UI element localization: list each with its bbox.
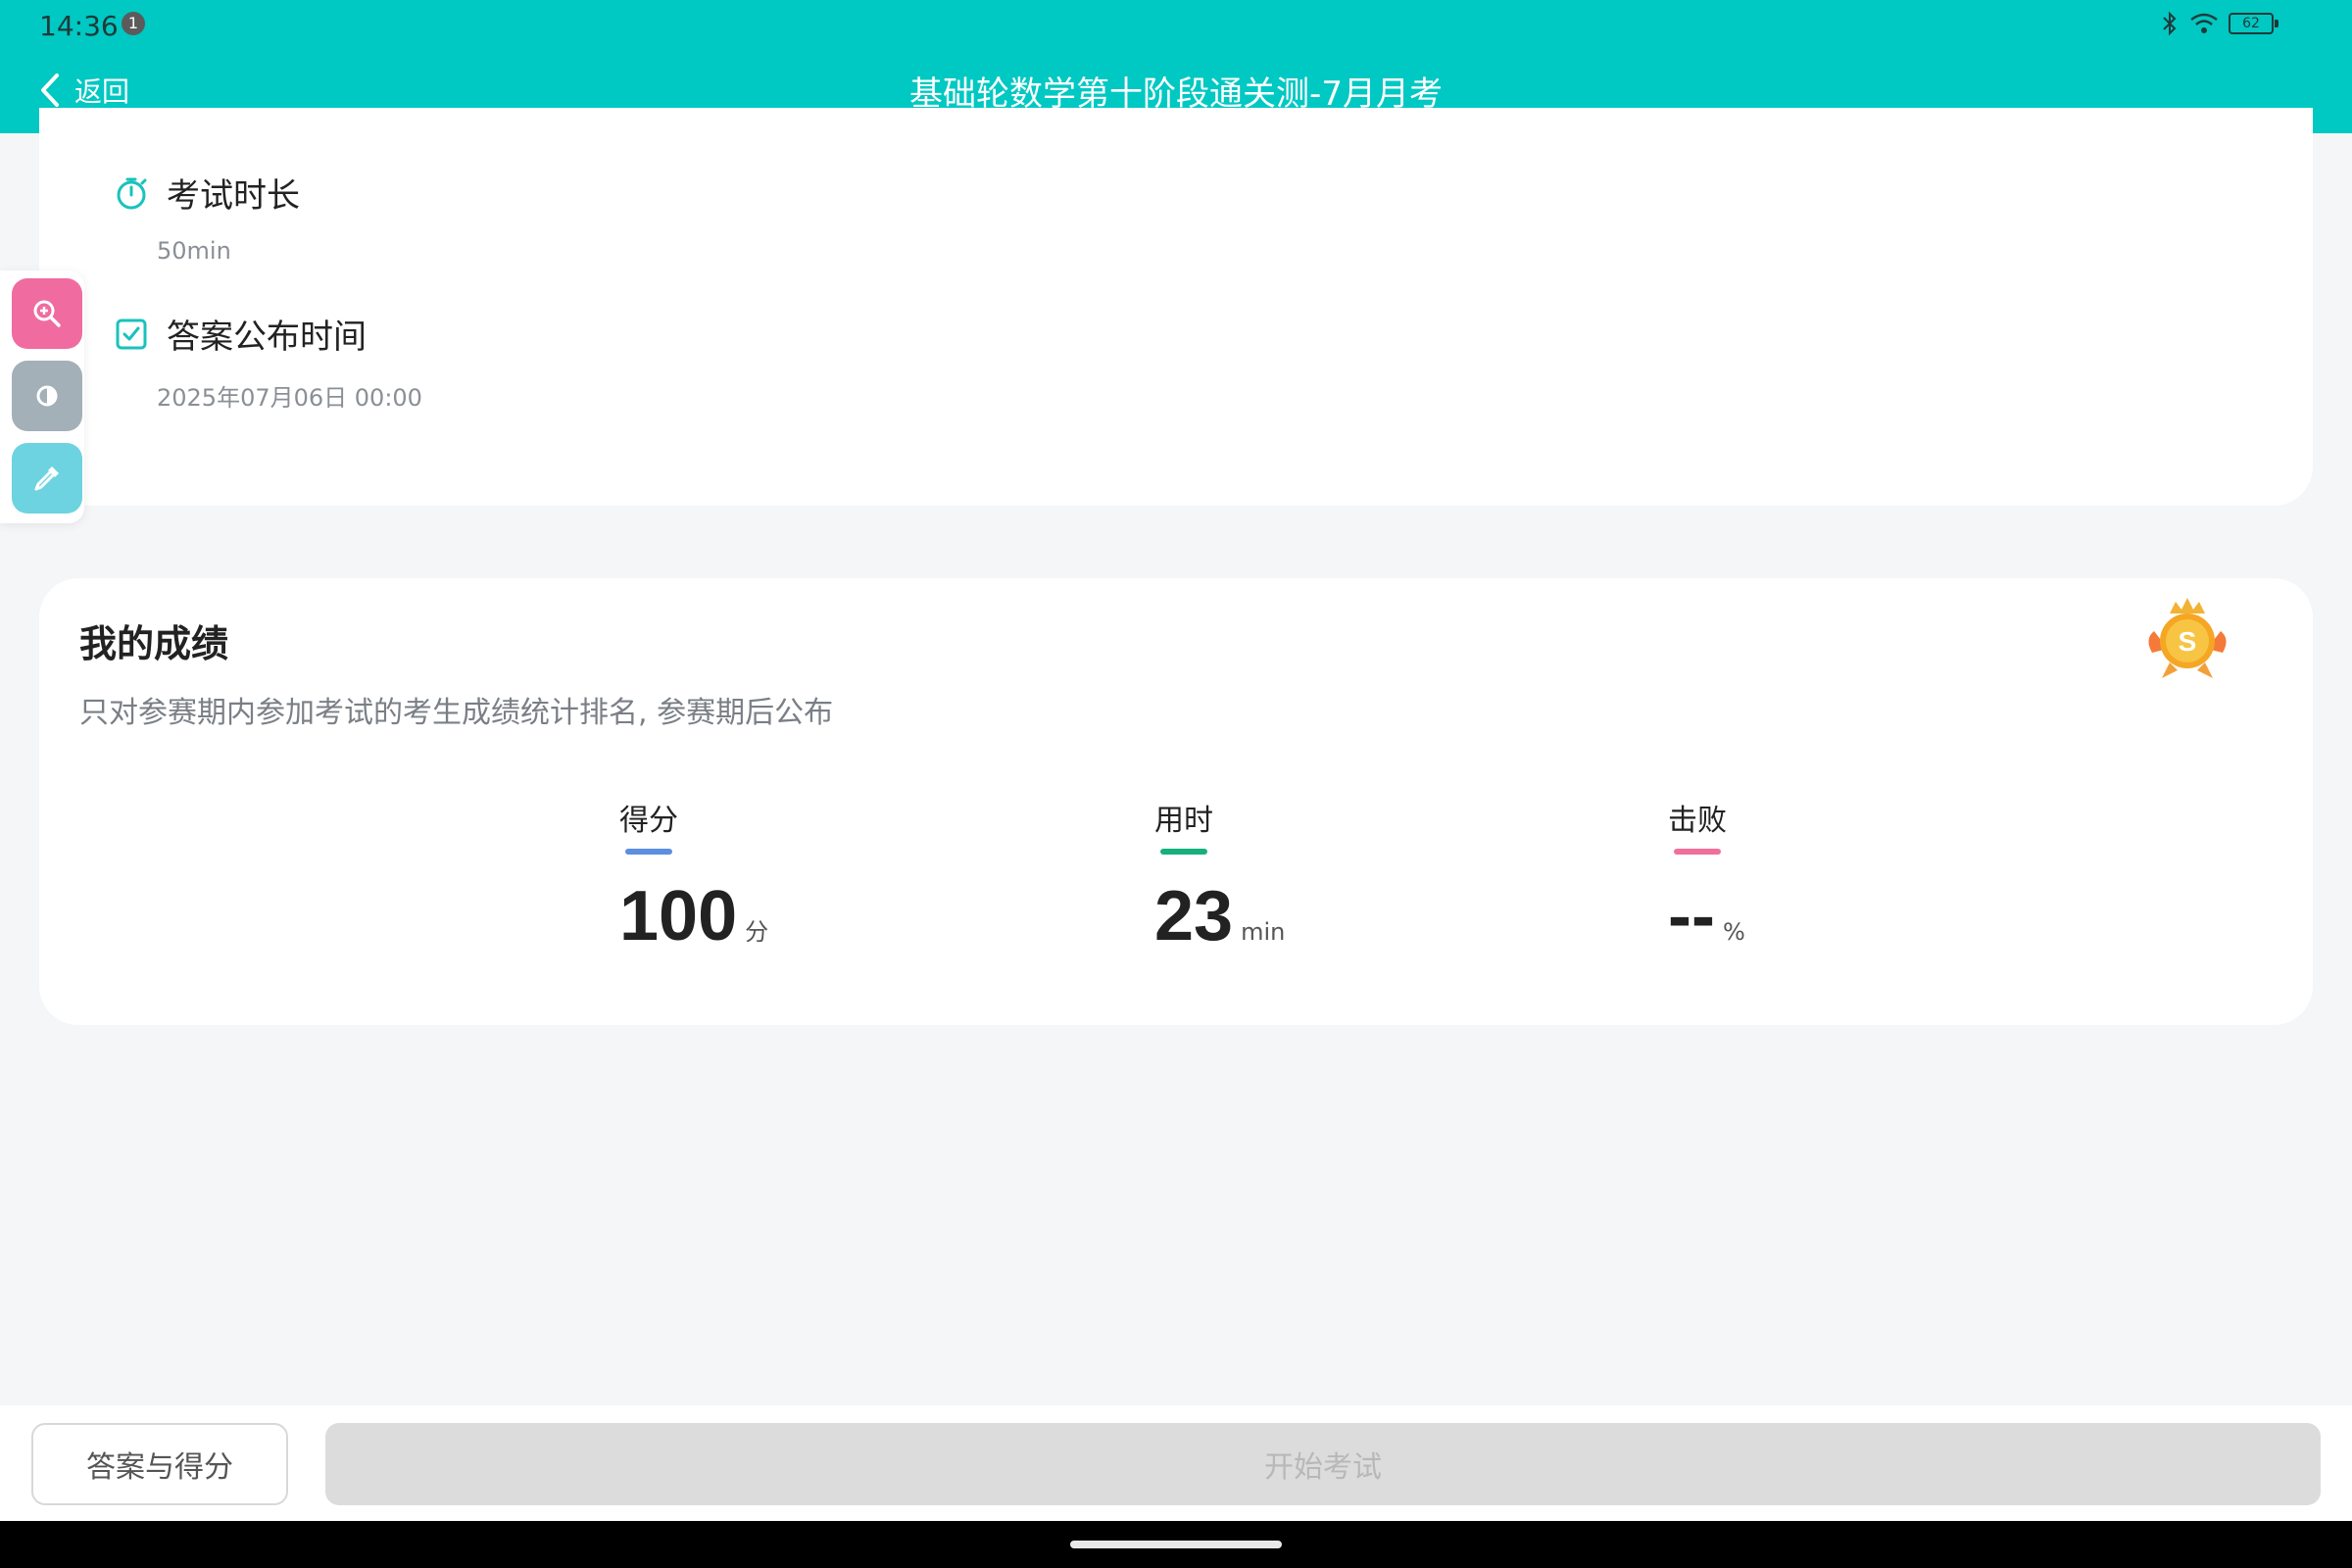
score-title: 我的成绩: [79, 622, 229, 665]
publish-title: 答案公布时间: [167, 318, 367, 357]
bottom-action-bar: 答案与得分 开始考试: [0, 1405, 2352, 1521]
stat-unit: %: [1722, 918, 1745, 946]
stat-label: 用时: [1154, 804, 1213, 838]
publish-value: 2025年07月06日 00:00: [157, 384, 422, 412]
publish-row: 答案公布时间: [114, 310, 367, 358]
system-nav-bar: [0, 1521, 2352, 1568]
home-indicator[interactable]: [1070, 1541, 1282, 1548]
stat-unit: min: [1241, 918, 1286, 946]
stat-underline: [625, 849, 672, 855]
checkbox-icon: [116, 318, 147, 349]
status-time: 14:36: [39, 10, 119, 42]
stat-unit: 分: [745, 918, 769, 946]
stat-beaten: 击败 -- %: [1668, 796, 1745, 956]
score-subtitle: 只对参赛期内参加考试的考生成绩统计排名, 参赛期后公布: [79, 696, 834, 730]
eyedropper-button[interactable]: [12, 443, 82, 514]
contrast-button[interactable]: [12, 361, 82, 431]
answers-and-scores-button[interactable]: 答案与得分: [31, 1423, 288, 1505]
stat-label: 击败: [1668, 804, 1727, 838]
floating-toolbar: [0, 270, 84, 523]
medal-letter: S: [2179, 626, 2197, 657]
stat-underline: [1160, 849, 1207, 855]
start-exam-button[interactable]: 开始考试: [325, 1423, 2321, 1505]
stat-label: 得分: [619, 804, 678, 838]
eyedropper-icon: [34, 466, 59, 491]
score-card: 我的成绩 只对参赛期内参加考试的考生成绩统计排名, 参赛期后公布 S 得分 10…: [39, 578, 2313, 1025]
stat-value: 23: [1154, 877, 1234, 956]
stat-score: 得分 100 分: [619, 796, 768, 956]
stat-time: 用时 23 min: [1154, 796, 1285, 956]
exam-info-card: 考试时长 50min 答案公布时间 2025年07月06日 00:00: [39, 108, 2313, 506]
duration-title: 考试时长: [167, 176, 300, 216]
rank-medal-icon: S: [2148, 598, 2227, 678]
stat-value: --: [1668, 877, 1715, 956]
contrast-icon: [36, 385, 58, 407]
notification-badge: 1: [122, 12, 145, 35]
battery-icon: 62: [2229, 13, 2278, 34]
stat-value: 100: [619, 877, 738, 956]
zoom-button[interactable]: [12, 278, 82, 349]
bluetooth-icon: [2163, 11, 2177, 36]
zoom-icon: [33, 300, 61, 327]
duration-row: 考试时长: [114, 169, 300, 217]
status-icons: 62: [2160, 10, 2278, 37]
stopwatch-icon: [117, 177, 147, 209]
duration-value: 50min: [157, 237, 231, 265]
stat-underline: [1674, 849, 1721, 855]
wifi-icon: [2190, 13, 2218, 33]
